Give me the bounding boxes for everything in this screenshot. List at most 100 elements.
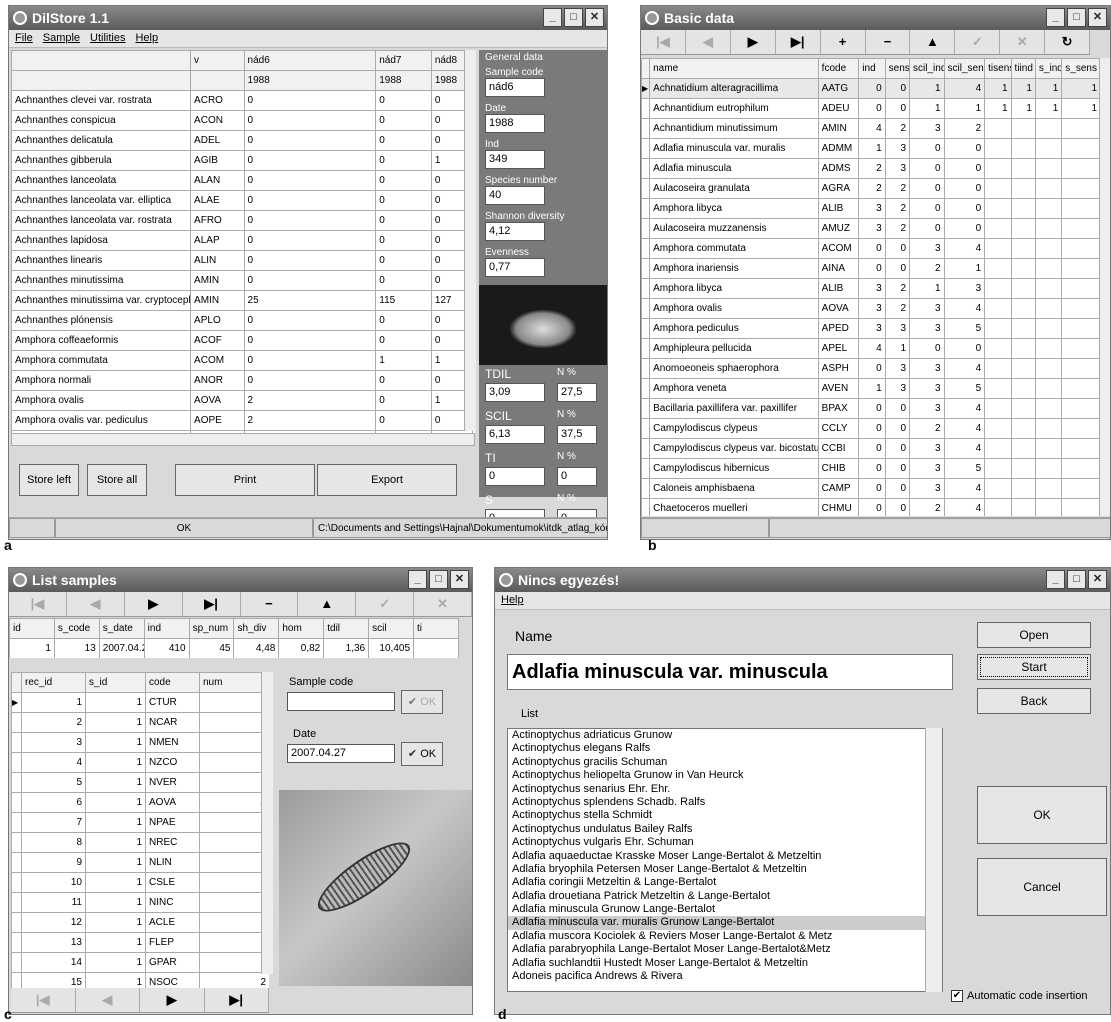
table-row[interactable]: Amphora ovalis var. pediculus AOPE 2 0 0 [11, 410, 474, 431]
table-cell[interactable] [1010, 478, 1036, 499]
table-row[interactable]: 1132007.04.27.410454,480,821,3610,405 [9, 638, 459, 658]
table-cell[interactable]: ALIN [190, 250, 245, 271]
table-cell[interactable]: 1 [199, 692, 269, 713]
table-cell[interactable]: 0 [884, 498, 911, 516]
table-cell[interactable]: NMEN [145, 732, 200, 753]
table-cell[interactable]: 0 [243, 90, 377, 111]
species-list[interactable]: Actinoptychus adriaticus Grunow Actinopty… [507, 728, 943, 992]
table-cell[interactable]: Achnanthes conspicua [11, 110, 192, 131]
table-cell[interactable]: Campylodiscus clypeus var. bicostatus [649, 438, 819, 459]
table-cell[interactable]: 1 [199, 712, 269, 733]
table-cell[interactable]: 3 [909, 238, 945, 259]
table-cell[interactable] [1061, 158, 1099, 179]
auto-code-checkbox-row[interactable]: ✔ Automatic code insertion [951, 990, 1087, 1002]
table-row[interactable]: Amphora commutata ACOM 0 0 3 4 [641, 238, 1099, 259]
table-cell[interactable]: Amphora ovalis var. pediculus [11, 410, 192, 431]
maximize-icon[interactable]: □ [564, 8, 583, 27]
table-cell[interactable]: 1 [85, 852, 146, 873]
table-cell[interactable]: ACON [190, 110, 245, 131]
table-row[interactable]: Achnanthes minutissima AMIN 0 0 0 [11, 270, 474, 291]
table-cell[interactable] [1034, 138, 1063, 159]
table-cell[interactable]: 0 [909, 178, 945, 199]
header-cell[interactable]: name [649, 58, 819, 79]
table-cell[interactable]: Amphora commutata [11, 350, 192, 371]
table-cell[interactable]: 9 [21, 852, 86, 873]
header-cell[interactable]: s_sens [1061, 58, 1099, 79]
table-cell[interactable] [1034, 418, 1063, 439]
table-cell[interactable]: 3 [909, 118, 945, 139]
table-cell[interactable] [1034, 438, 1063, 459]
table-cell[interactable] [1061, 398, 1099, 419]
table-cell[interactable]: 1 [85, 732, 146, 753]
table-cell[interactable]: Achnantidium eutrophilum [649, 98, 819, 119]
table-cell[interactable]: 1 [85, 712, 146, 733]
table-row[interactable]: Achnanthes conspicua ACON 0 0 0 [11, 110, 474, 131]
table-cell[interactable]: 3 [909, 298, 945, 319]
table-cell[interactable] [1034, 398, 1063, 419]
samples-grid[interactable]: id s_code s_date ind sp_num sh_div hom tdil scil… [9, 618, 459, 658]
table-cell[interactable]: 1 [85, 772, 146, 793]
list-item[interactable]: Actinoptychus undulatus Bailey Ralfs [508, 823, 942, 836]
table-cell[interactable] [984, 338, 1012, 359]
table-cell[interactable]: Amphora inariensis [649, 258, 819, 279]
table-cell[interactable] [1010, 498, 1036, 516]
table-cell[interactable]: 0 [884, 418, 911, 439]
table-cell[interactable]: 1 [1034, 98, 1063, 119]
date-field[interactable]: 1988 [485, 114, 545, 133]
table-cell[interactable]: 1 [85, 792, 146, 813]
table-cell[interactable]: AFRO [190, 210, 245, 231]
list-item[interactable]: Actinoptychus adriaticus Grunow [508, 729, 942, 742]
table-row[interactable]: Achnanthes delicatula ADEL 0 0 0 [11, 130, 474, 151]
table-row[interactable]: Campylodiscus hibernicus CHIB 0 0 3 5 [641, 458, 1099, 479]
header-cell[interactable]: s_date [98, 618, 145, 639]
header-cell[interactable]: id [9, 618, 55, 639]
table-cell[interactable]: 0 [884, 458, 911, 479]
table-row[interactable]: ▶ Achnatidium alteragracillima AATG 0 0 1 4 1 1 1… [641, 78, 1099, 99]
table-cell[interactable]: CHIB [817, 458, 860, 479]
ok-button[interactable]: OK [977, 786, 1107, 844]
table-row[interactable]: Campylodiscus clypeus CCLY 0 0 2 4 [641, 418, 1099, 439]
table-row[interactable]: Amphora pediculus APED 3 3 3 5 [641, 318, 1099, 339]
table-cell[interactable]: 0 [375, 250, 432, 271]
table-cell[interactable] [1061, 358, 1099, 379]
close-icon[interactable]: ✕ [1088, 570, 1107, 589]
table-cell[interactable] [1061, 438, 1099, 459]
table-cell[interactable]: 2 [884, 198, 911, 219]
table-cell[interactable]: 115 [375, 290, 432, 311]
header-cell[interactable]: tdil [323, 618, 370, 639]
table-cell[interactable]: 6 [21, 792, 86, 813]
table-cell[interactable]: 4 [199, 792, 269, 813]
nav-button[interactable]: ✓ [955, 30, 1001, 54]
table-cell[interactable]: 13 [21, 932, 86, 953]
table-cell[interactable]: 1 [85, 952, 146, 973]
table-cell[interactable]: Achnanthes clevei var. rostrata [11, 90, 192, 111]
table-cell[interactable]: 0 [884, 98, 911, 119]
table-cell[interactable]: ACLE [145, 912, 200, 933]
table-cell[interactable]: 1 [909, 98, 945, 119]
table-cell[interactable] [1034, 358, 1063, 379]
table-cell[interactable]: NREC [145, 832, 200, 853]
table-row[interactable]: 71NPAE3 [11, 812, 269, 833]
table-cell[interactable] [984, 238, 1012, 259]
table-cell[interactable]: 3 [909, 398, 945, 419]
table-row[interactable]: Amphora inariensis AINA 0 0 2 1 [641, 258, 1099, 279]
nav-button[interactable]: |◀ [9, 592, 67, 616]
table-cell[interactable]: 0,82 [278, 638, 325, 658]
table-cell[interactable]: 4 [858, 118, 886, 139]
list-item[interactable]: Adlafia coringii Metzeltin & Lange-Berta… [508, 876, 942, 889]
table-row[interactable]: Achnanthes minutissima var. cryptocepha A… [11, 290, 474, 311]
table-cell[interactable]: 0 [909, 218, 945, 239]
table-cell[interactable]: 0 [243, 170, 377, 191]
evenness-field[interactable]: 0,77 [485, 258, 545, 277]
list-item[interactable]: Actinoptychus heliopelta Grunow in Van H… [508, 769, 942, 782]
table-cell[interactable]: 1 [858, 138, 886, 159]
table-row[interactable]: Aulacoseira muzzanensis AMUZ 3 2 0 0 [641, 218, 1099, 239]
table-cell[interactable]: 1 [1061, 98, 1099, 119]
table-cell[interactable]: FLEP [145, 932, 200, 953]
list-item[interactable]: Adlafia muscora Kociolek & Reviers Moser… [508, 930, 942, 943]
store-left-button[interactable]: Store left [19, 464, 79, 496]
nav-button[interactable]: ✓ [356, 592, 415, 616]
table-row[interactable]: Achnantidium minutissimum AMIN 4 2 3 2 [641, 118, 1099, 139]
table-cell[interactable]: 2 [909, 258, 945, 279]
table-cell[interactable]: ADEL [190, 130, 245, 151]
